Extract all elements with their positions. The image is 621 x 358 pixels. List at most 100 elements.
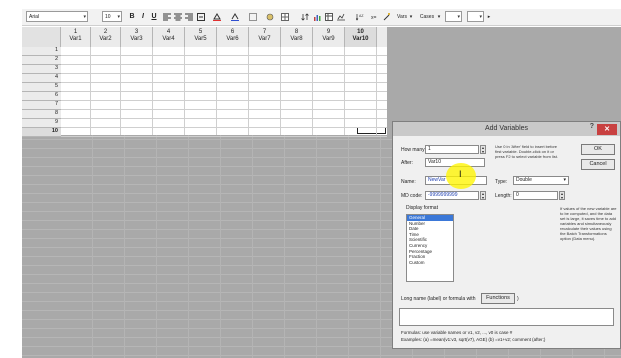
row-header[interactable]: 2 bbox=[22, 56, 61, 65]
var-spec-icon[interactable]: x= bbox=[370, 11, 380, 22]
column-header[interactable]: 10 Var10 bbox=[345, 27, 377, 47]
grid-line bbox=[252, 135, 253, 358]
long-name-textarea[interactable] bbox=[399, 308, 614, 326]
long-name-suffix: ) bbox=[517, 296, 519, 302]
grid-line bbox=[61, 55, 387, 56]
md-code-spinner[interactable]: ▴ ▾ bbox=[480, 191, 486, 200]
column-name: Var2 bbox=[99, 36, 112, 42]
row-header[interactable]: 5 bbox=[22, 83, 61, 92]
chart-icon[interactable] bbox=[312, 11, 322, 22]
view-select[interactable]: ▾ bbox=[467, 11, 484, 22]
toolbar-overflow-icon[interactable]: ▸ bbox=[486, 11, 492, 22]
examples-help: Examples: (a) =mean(v1:v3, sqrt(v7), AGE… bbox=[401, 337, 546, 342]
column-header[interactable]: 3 Var3 bbox=[121, 27, 153, 47]
length-spinner[interactable]: ▴ ▾ bbox=[559, 191, 565, 200]
paint-icon[interactable] bbox=[264, 11, 276, 22]
format-option[interactable]: Custom bbox=[407, 260, 453, 266]
ok-button[interactable]: OK bbox=[581, 144, 615, 155]
display-format-list[interactable]: General Number Date Time Scientific Currency P… bbox=[406, 214, 454, 282]
how-many-spinner[interactable]: ▴ ▾ bbox=[480, 145, 486, 154]
grid-icon[interactable] bbox=[280, 11, 290, 22]
column-header[interactable]: 7 Var7 bbox=[249, 27, 281, 47]
column-header[interactable]: 2 Var2 bbox=[91, 27, 121, 47]
column-header[interactable]: 8 Var8 bbox=[281, 27, 313, 47]
data-cells[interactable] bbox=[61, 47, 387, 137]
vars-menu-button[interactable]: Vars bbox=[395, 11, 409, 22]
align-right-icon[interactable] bbox=[184, 11, 194, 22]
chevron-down-icon: ▾ bbox=[117, 13, 120, 20]
active-cell[interactable] bbox=[357, 127, 386, 134]
batch-note: If values of the new variable are to be … bbox=[560, 206, 617, 241]
after-label: After: bbox=[401, 160, 413, 166]
type-select[interactable]: Double ▾ bbox=[513, 176, 569, 185]
column-name: Var3 bbox=[130, 36, 143, 42]
cancel-button[interactable]: Cancel bbox=[581, 159, 615, 170]
column-header[interactable]: 5 Var5 bbox=[185, 27, 217, 47]
row-header[interactable]: 8 bbox=[22, 110, 61, 119]
grid-line bbox=[61, 136, 387, 137]
column-number: 3 bbox=[134, 29, 139, 35]
text-cursor-icon: I bbox=[459, 169, 462, 179]
length-label: Length: bbox=[495, 193, 512, 199]
underline-button[interactable]: U bbox=[150, 11, 158, 22]
formulas-help: Formulas: use variable names or v1, v2, … bbox=[401, 330, 513, 335]
grid-line bbox=[156, 135, 157, 358]
row-header[interactable]: 1 bbox=[22, 47, 61, 56]
column-number: 6 bbox=[230, 29, 235, 35]
row-header[interactable]: 4 bbox=[22, 74, 61, 83]
font-color-icon[interactable] bbox=[228, 11, 242, 22]
stats-icon[interactable] bbox=[336, 11, 346, 22]
merge-icon[interactable] bbox=[196, 11, 206, 22]
column-number: 4 bbox=[166, 29, 171, 35]
column-number: 9 bbox=[326, 29, 331, 35]
column-header[interactable]: 6 Var6 bbox=[217, 27, 249, 47]
align-left-icon[interactable] bbox=[162, 11, 172, 22]
column-name: Var9 bbox=[322, 36, 335, 42]
row-header[interactable]: 6 bbox=[22, 92, 61, 101]
how-many-field[interactable]: 1 bbox=[425, 145, 479, 154]
align-center-icon[interactable] bbox=[173, 11, 183, 22]
column-number: 10 bbox=[357, 29, 364, 35]
table-icon[interactable] bbox=[324, 11, 334, 22]
functions-button[interactable]: Functions bbox=[481, 293, 515, 304]
grid-line bbox=[220, 135, 221, 358]
cases-menu-button[interactable]: Cases bbox=[418, 11, 436, 22]
zoom-select[interactable]: ▾ bbox=[445, 11, 462, 22]
display-format-label: Display format bbox=[406, 205, 438, 211]
bold-button[interactable]: B bbox=[128, 11, 136, 22]
md-code-field[interactable]: -9999999999 bbox=[425, 191, 479, 200]
chevron-down-icon: ▾ bbox=[479, 13, 482, 20]
column-name: Var1 bbox=[69, 36, 82, 42]
column-header[interactable]: 1 Var1 bbox=[61, 27, 91, 47]
column-name: Var8 bbox=[290, 36, 303, 42]
length-field[interactable]: 0 bbox=[513, 191, 558, 200]
font-size-select[interactable]: 10 ▾ bbox=[102, 11, 122, 22]
column-number: 5 bbox=[198, 29, 203, 35]
insert-hint: Use 0 in 'After' field to insert before … bbox=[495, 144, 558, 159]
row-header[interactable]: 3 bbox=[22, 65, 61, 74]
grid-line bbox=[61, 100, 387, 101]
borders-icon[interactable] bbox=[246, 11, 260, 22]
wizard-icon[interactable] bbox=[382, 11, 392, 22]
help-button[interactable]: ? bbox=[590, 123, 594, 130]
row-header[interactable]: 10 bbox=[22, 128, 61, 137]
fill-color-icon[interactable] bbox=[210, 11, 224, 22]
sort-az-icon[interactable]: AZ bbox=[354, 11, 366, 22]
row-header[interactable]: 9 bbox=[22, 119, 61, 128]
chevron-down-icon: ▾ bbox=[563, 177, 566, 183]
row-header[interactable]: 7 bbox=[22, 101, 61, 110]
corner-cell[interactable] bbox=[22, 27, 61, 47]
font-select[interactable]: Arial ▾ bbox=[26, 11, 88, 22]
column-header[interactable]: 4 Var4 bbox=[153, 27, 185, 47]
column-name: Var10 bbox=[352, 36, 369, 42]
column-name: Var6 bbox=[226, 36, 239, 42]
type-select-value: Double bbox=[516, 177, 532, 183]
grid-line bbox=[61, 82, 387, 83]
italic-button[interactable]: I bbox=[139, 11, 147, 22]
column-header[interactable]: 9 Var9 bbox=[313, 27, 345, 47]
sort-icon[interactable] bbox=[300, 11, 310, 22]
add-variables-dialog: Add Variables ? ✕ How many: 1 ▴ ▾ After: … bbox=[392, 121, 621, 349]
type-label: Type: bbox=[495, 179, 508, 185]
close-button[interactable]: ✕ bbox=[597, 124, 617, 135]
column-name: Var5 bbox=[194, 36, 207, 42]
